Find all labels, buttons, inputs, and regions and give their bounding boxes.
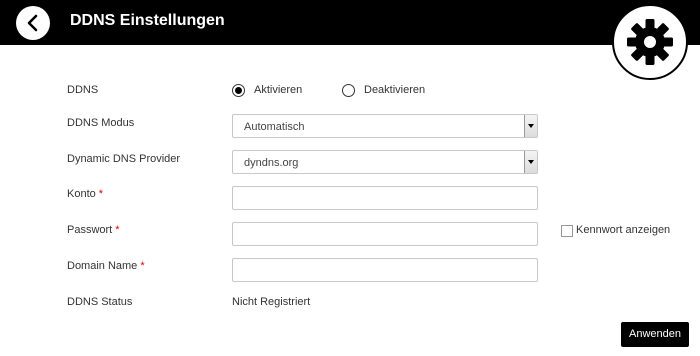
show-password-checkbox[interactable] <box>561 225 573 237</box>
chevron-left-icon <box>27 14 38 32</box>
password-input[interactable] <box>232 222 538 246</box>
settings-button[interactable] <box>612 4 688 80</box>
mode-select[interactable]: Automatisch <box>232 114 538 138</box>
chevron-down-icon[interactable] <box>524 151 537 173</box>
ddns-enable-radio[interactable] <box>232 84 245 97</box>
ddns-label: DDNS <box>67 84 99 96</box>
ddns-disable-radio[interactable] <box>342 84 355 97</box>
provider-label: Dynamic DNS Provider <box>67 153 181 165</box>
header-bar: DDNS Einstellungen <box>0 0 700 45</box>
mode-label: DDNS Modus <box>67 117 135 129</box>
status-label: DDNS Status <box>67 296 133 308</box>
mode-selected-value: Automatisch <box>244 121 305 133</box>
provider-select[interactable]: dyndns.org <box>232 150 538 174</box>
required-marker: * <box>140 260 145 272</box>
password-label-text: Passwort <box>67 224 113 236</box>
account-label-text: Konto <box>67 188 96 200</box>
required-marker: * <box>98 188 104 200</box>
provider-selected-value: dyndns.org <box>244 157 299 169</box>
domain-label-text: Domain Name <box>67 260 138 272</box>
show-password-label[interactable]: Kennwort anzeigen <box>576 223 670 237</box>
account-input[interactable] <box>232 186 538 210</box>
domain-input[interactable] <box>232 258 538 282</box>
required-marker: * <box>115 224 120 236</box>
status-value: Nicht Registriert <box>232 296 311 308</box>
gear-icon <box>627 19 673 65</box>
account-label: Konto * <box>67 187 103 201</box>
password-label: Passwort * <box>67 223 120 237</box>
ddns-enable-label[interactable]: Aktivieren <box>254 83 302 97</box>
domain-label: Domain Name * <box>67 259 145 273</box>
page-title: DDNS Einstellungen <box>70 12 225 29</box>
ddns-disable-label[interactable]: Deaktivieren <box>364 83 425 97</box>
back-button[interactable] <box>16 6 50 40</box>
chevron-down-icon[interactable] <box>524 115 537 137</box>
apply-button[interactable]: Anwenden <box>621 322 689 347</box>
